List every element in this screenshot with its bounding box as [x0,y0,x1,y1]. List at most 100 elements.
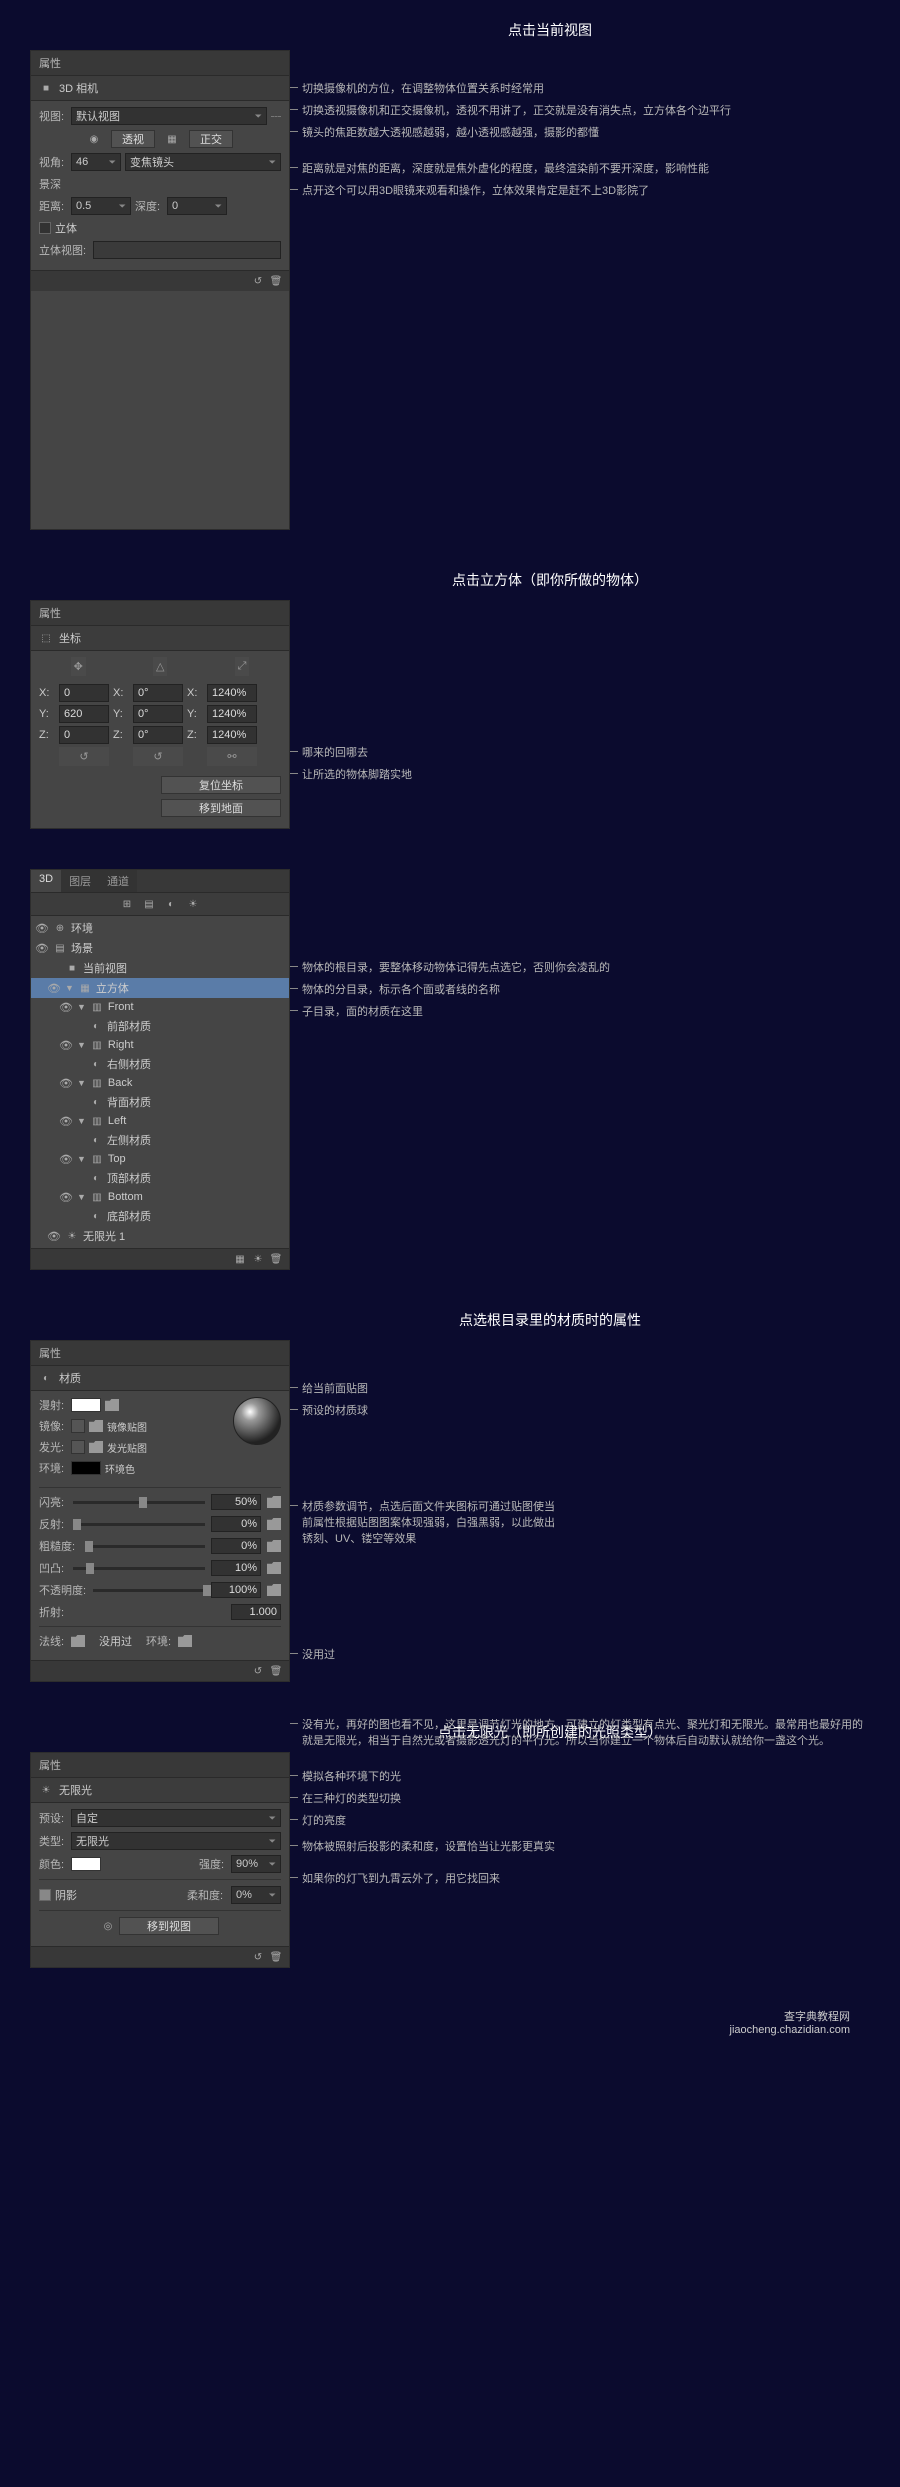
folder-icon[interactable] [267,1584,281,1596]
stereo-view-input[interactable] [93,241,281,259]
tree-row-front-mat[interactable]: ◐前部材质 [31,1016,289,1036]
new-icon[interactable]: ☀ [251,1252,265,1266]
color-swatch[interactable] [71,1857,101,1871]
tab-channels[interactable]: 通道 [99,870,137,892]
trash-icon[interactable]: 🗑 [269,1252,283,1266]
tree-row-left[interactable]: 👁▼▥Left [31,1112,289,1130]
reset-icon[interactable]: ↺ [251,274,265,288]
bump-slider[interactable] [73,1567,205,1570]
reflect-value[interactable]: 0% [211,1516,261,1532]
diffuse-swatch[interactable] [71,1398,101,1412]
mirror-swatch[interactable] [71,1419,85,1433]
eye-icon[interactable]: 👁 [59,1191,73,1204]
tree-row-scene[interactable]: 👁▤场景 [31,938,289,958]
opacity-value[interactable]: 100% [211,1582,261,1598]
filter-mesh-icon[interactable]: ▤ [142,897,156,911]
eye-icon[interactable]: 👁 [59,1039,73,1052]
link-icon[interactable]: ↺ [59,747,109,766]
folder-icon[interactable] [267,1540,281,1552]
eye-icon[interactable]: 👁 [59,1001,73,1014]
refract-value[interactable]: 1.000 [231,1604,281,1620]
filter-light-icon[interactable]: ☀ [186,897,200,911]
tree-row-back-mat[interactable]: ◐背面材质 [31,1092,289,1112]
glow-swatch[interactable] [71,1440,85,1454]
y-input[interactable]: 620 [59,705,109,723]
tree-row-right[interactable]: 👁▼▥Right [31,1036,289,1054]
fov-input[interactable]: 46 [71,153,121,171]
eye-icon[interactable]: 👁 [59,1153,73,1166]
shine-value[interactable]: 50% [211,1494,261,1510]
stereo-checkbox[interactable] [39,222,51,234]
render-icon[interactable]: ▦ [233,1252,247,1266]
distance-input[interactable]: 0.5 [71,197,131,215]
trash-icon[interactable]: 🗑 [269,274,283,288]
rough-value[interactable]: 0% [211,1538,261,1554]
tree-row-bottom[interactable]: 👁▼▥Bottom [31,1188,289,1206]
reset-coord-button[interactable]: 复位坐标 [161,776,281,794]
reflect-slider[interactable] [73,1523,205,1526]
tree-row-right-mat[interactable]: ◐右侧材质 [31,1054,289,1074]
tree-row-cube[interactable]: 👁▼▦立方体 [31,978,289,998]
view-dropdown[interactable]: 默认视图 [71,107,267,125]
bump-value[interactable]: 10% [211,1560,261,1576]
opacity-slider[interactable] [93,1589,205,1592]
ry-input[interactable]: 0° [133,705,183,723]
folder-icon[interactable] [267,1518,281,1530]
rx-input[interactable]: 0° [133,684,183,702]
section-title-cube: 点击立方体（即你所做的物体） [230,570,870,590]
move-to-view-button[interactable]: 移到视图 [119,1917,219,1935]
tree-row-front[interactable]: 👁▼▥Front [31,998,289,1016]
eye-icon[interactable]: 👁 [35,922,49,935]
orthographic-button[interactable]: 正交 [189,130,233,148]
softness-input[interactable]: 0% [231,1886,281,1904]
shadow-checkbox[interactable] [39,1889,51,1901]
reset-icon[interactable]: ↺ [251,1664,265,1678]
env-swatch[interactable] [71,1461,101,1475]
material-preview-sphere[interactable] [233,1397,281,1445]
eye-icon[interactable]: 👁 [47,982,61,995]
depth-input[interactable]: 0 [167,197,227,215]
folder-icon[interactable] [71,1635,85,1647]
tree-row-top-mat[interactable]: ◐顶部材质 [31,1168,289,1188]
tab-3d[interactable]: 3D [31,870,61,892]
link-icon[interactable]: ⚯ [207,747,257,766]
tree-row-back[interactable]: 👁▼▥Back [31,1074,289,1092]
x-input[interactable]: 0 [59,684,109,702]
folder-icon[interactable] [89,1420,103,1432]
move-to-ground-button[interactable]: 移到地面 [161,799,281,817]
perspective-button[interactable]: 透视 [111,130,155,148]
tab-layers[interactable]: 图层 [61,870,99,892]
reset-icon[interactable]: ↺ [251,1950,265,1964]
trash-icon[interactable]: 🗑 [269,1950,283,1964]
filter-all-icon[interactable]: ⊞ [120,897,134,911]
folder-icon[interactable] [267,1496,281,1508]
eye-icon[interactable]: 👁 [47,1230,61,1243]
folder-icon[interactable] [267,1562,281,1574]
preset-dropdown[interactable]: 自定 [71,1809,281,1827]
z-input[interactable]: 0 [59,726,109,744]
sz-input[interactable]: 1240% [207,726,257,744]
eye-icon[interactable]: 👁 [59,1077,73,1090]
tree-row-left-mat[interactable]: ◐左侧材质 [31,1130,289,1150]
sx-input[interactable]: 1240% [207,684,257,702]
folder-icon[interactable] [105,1399,119,1411]
tree-row-env[interactable]: 👁⊕环境 [31,918,289,938]
rz-input[interactable]: 0° [133,726,183,744]
tree-row-light[interactable]: 👁☀无限光 1 [31,1226,289,1246]
tree-row-bottom-mat[interactable]: ◐底部材质 [31,1206,289,1226]
rough-slider[interactable] [85,1545,205,1548]
folder-icon[interactable] [178,1635,192,1647]
folder-icon[interactable] [89,1441,103,1453]
type-dropdown[interactable]: 无限光 [71,1832,281,1850]
sy-input[interactable]: 1240% [207,705,257,723]
trash-icon[interactable]: 🗑 [269,1664,283,1678]
eye-icon[interactable]: 👁 [59,1115,73,1128]
link-icon[interactable]: ↺ [133,747,183,766]
intensity-input[interactable]: 90% [231,1855,281,1873]
eye-icon[interactable]: 👁 [35,942,49,955]
lens-dropdown[interactable]: 变焦镜头 [125,153,281,171]
tree-row-top[interactable]: 👁▼▥Top [31,1150,289,1168]
tree-row-view[interactable]: ■当前视图 [31,958,289,978]
shine-slider[interactable] [73,1501,205,1504]
filter-mat-icon[interactable]: ◐ [164,897,178,911]
